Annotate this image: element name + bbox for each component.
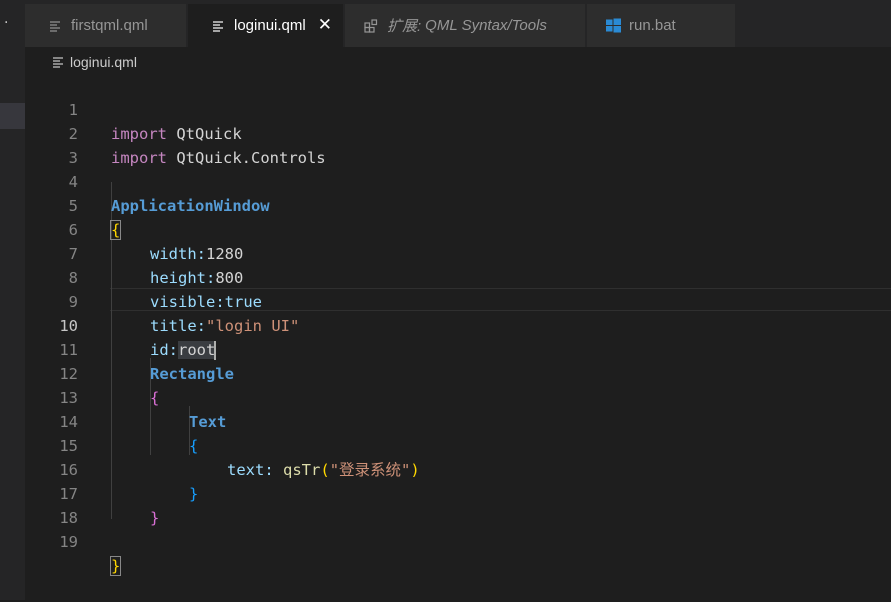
close-icon[interactable]: ✕ bbox=[318, 16, 332, 33]
tab-label: QML Syntax/Tools bbox=[425, 17, 547, 34]
side-strip: · bbox=[0, 0, 25, 600]
code-line: 5 { bbox=[25, 170, 891, 240]
selected-sidebar-item[interactable] bbox=[0, 103, 25, 129]
line-number: 19 bbox=[59, 533, 78, 551]
tab-bar: firstqml.qml loginui.qml ✕ 扩展: QML Synta… bbox=[25, 0, 891, 47]
code-line: 13 Text bbox=[25, 362, 891, 431]
lines-file-icon bbox=[47, 20, 63, 32]
breadcrumb-file[interactable]: loginui.qml bbox=[70, 54, 137, 70]
tab-run-bat[interactable]: run.bat bbox=[587, 4, 735, 47]
tab-label: firstqml.qml bbox=[71, 17, 148, 34]
code-line: 17 } bbox=[25, 458, 891, 527]
code-line: 9 title:"login UI" bbox=[25, 266, 891, 335]
lines-file-icon bbox=[210, 20, 226, 32]
code-editor[interactable]: 1 import QtQuick 2 import QtQuick.Contro… bbox=[25, 74, 891, 600]
code-line: 11 Rectangle bbox=[25, 314, 891, 383]
tab-firstqml[interactable]: firstqml.qml bbox=[25, 4, 186, 47]
more-icon[interactable]: · bbox=[4, 16, 8, 30]
code-line: 6 width:1280 bbox=[25, 194, 891, 263]
code-line: 15 text: qsTr("登录系统") bbox=[25, 410, 891, 479]
brace: } bbox=[109, 556, 122, 576]
tab-loginui[interactable]: loginui.qml ✕ bbox=[188, 4, 343, 47]
code-line: 12 { bbox=[25, 338, 891, 407]
code-line: 8 visible:true bbox=[25, 242, 891, 311]
code-line: 3 bbox=[25, 122, 891, 167]
tab-label: loginui.qml bbox=[234, 17, 306, 34]
code-line: 7 height:800 bbox=[25, 218, 891, 287]
lines-file-icon bbox=[52, 56, 64, 68]
code-line: 18 bbox=[25, 482, 891, 527]
code-line: 10 id:root bbox=[25, 290, 891, 360]
tab-prefix: 扩展: bbox=[387, 18, 422, 35]
windows-icon bbox=[605, 18, 621, 33]
tab-extension-qml-syntax[interactable]: 扩展: QML Syntax/Tools bbox=[345, 4, 585, 47]
extensions-icon bbox=[363, 18, 379, 33]
code-line: 16 } bbox=[25, 434, 891, 503]
code-line: 2 import QtQuick.Controls bbox=[25, 98, 891, 167]
code-line: 4 ApplicationWindow bbox=[25, 146, 891, 215]
breadcrumb[interactable]: loginui.qml bbox=[52, 52, 137, 72]
tab-label: run.bat bbox=[629, 17, 676, 34]
code-line: 14 { bbox=[25, 386, 891, 455]
code-line: 19 } bbox=[25, 506, 891, 576]
code-line: 1 import QtQuick bbox=[25, 74, 891, 143]
